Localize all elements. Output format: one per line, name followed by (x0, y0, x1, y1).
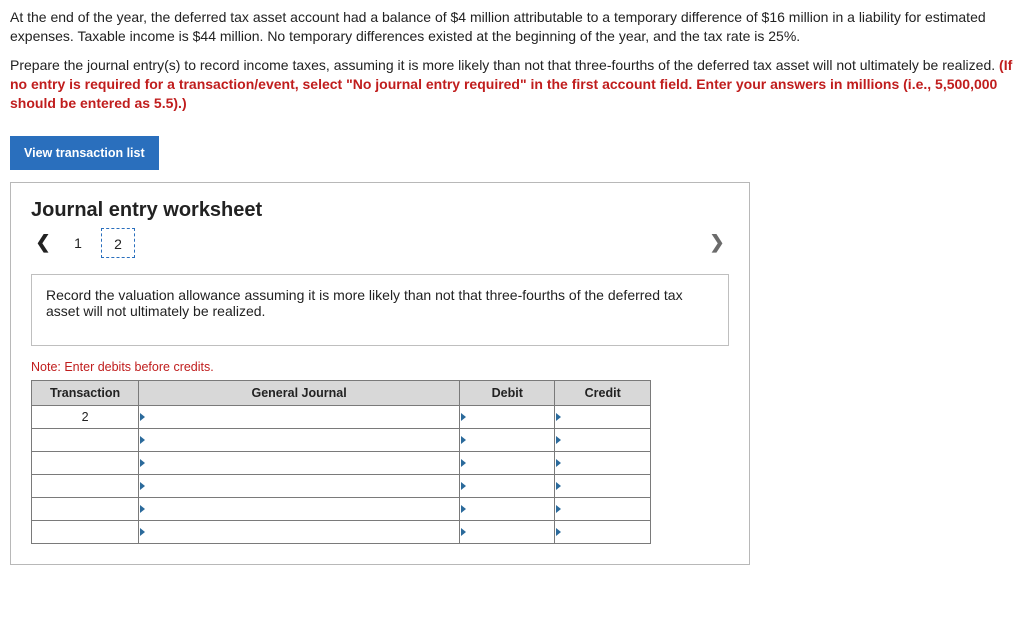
table-row (32, 475, 651, 498)
cell-general-journal[interactable] (139, 521, 460, 544)
step-nav: ❮ 1 2 ❯ (31, 228, 729, 258)
cell-credit[interactable] (555, 521, 651, 544)
journal-entry-worksheet-panel: Journal entry worksheet ❮ 1 2 ❯ Record t… (10, 182, 750, 565)
step-tab-1[interactable]: 1 (61, 228, 95, 258)
debits-before-credits-note: Note: Enter debits before credits. (31, 360, 729, 374)
cell-credit[interactable] (555, 498, 651, 521)
cell-transaction (32, 475, 139, 498)
table-row (32, 498, 651, 521)
table-row: 2 (32, 406, 651, 429)
cell-debit[interactable] (460, 429, 555, 452)
problem-paragraph-2: Prepare the journal entry(s) to record i… (10, 56, 1014, 113)
cell-transaction: 2 (32, 406, 139, 429)
view-transaction-list-button[interactable]: View transaction list (10, 136, 159, 170)
cell-debit[interactable] (460, 475, 555, 498)
cell-transaction (32, 429, 139, 452)
cell-general-journal[interactable] (139, 406, 460, 429)
worksheet-title: Journal entry worksheet (31, 199, 729, 222)
cell-debit[interactable] (460, 498, 555, 521)
cell-transaction (32, 521, 139, 544)
cell-credit[interactable] (555, 452, 651, 475)
col-header-general-journal: General Journal (139, 381, 460, 406)
step-tab-2[interactable]: 2 (101, 228, 135, 258)
cell-debit[interactable] (460, 521, 555, 544)
cell-credit[interactable] (555, 475, 651, 498)
cell-debit[interactable] (460, 452, 555, 475)
journal-table: Transaction General Journal Debit Credit… (31, 380, 651, 544)
cell-general-journal[interactable] (139, 429, 460, 452)
chevron-left-icon[interactable]: ❮ (31, 228, 55, 256)
cell-general-journal[interactable] (139, 498, 460, 521)
col-header-credit: Credit (555, 381, 651, 406)
cell-general-journal[interactable] (139, 452, 460, 475)
problem-paragraph-1: At the end of the year, the deferred tax… (10, 8, 1014, 46)
col-header-debit: Debit (460, 381, 555, 406)
table-row (32, 521, 651, 544)
problem-para2-plain: Prepare the journal entry(s) to record i… (10, 57, 999, 73)
cell-transaction (32, 452, 139, 475)
table-row (32, 429, 651, 452)
entry-instruction: Record the valuation allowance assuming … (31, 274, 729, 346)
cell-credit[interactable] (555, 406, 651, 429)
table-row (32, 452, 651, 475)
chevron-right-icon[interactable]: ❯ (705, 228, 729, 256)
cell-general-journal[interactable] (139, 475, 460, 498)
cell-credit[interactable] (555, 429, 651, 452)
cell-debit[interactable] (460, 406, 555, 429)
cell-transaction (32, 498, 139, 521)
col-header-transaction: Transaction (32, 381, 139, 406)
